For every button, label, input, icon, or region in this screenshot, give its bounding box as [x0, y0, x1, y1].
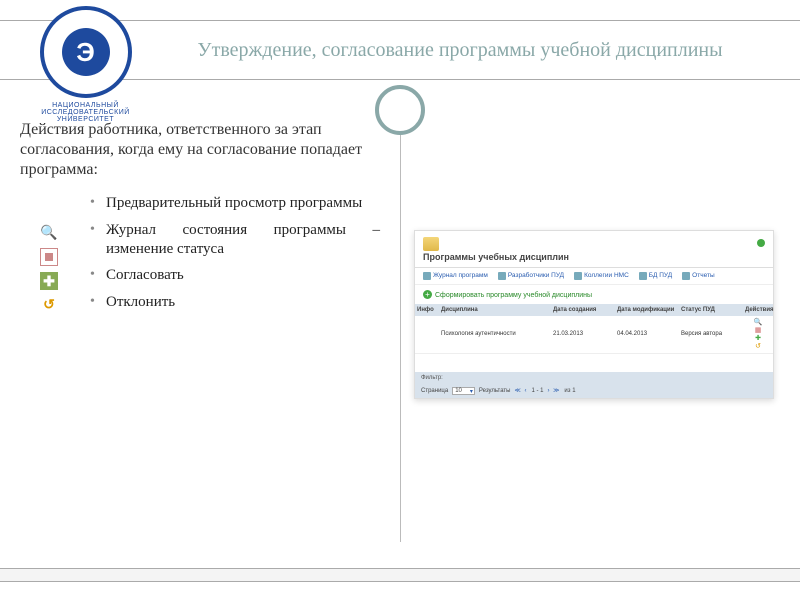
action-search-icon[interactable]: 🔍 [754, 319, 763, 326]
table-header: Инфо Дисциплина Дата создания Дата модиф… [415, 304, 773, 316]
pager-next-icon[interactable]: › ≫ [547, 387, 560, 394]
vertical-divider [400, 112, 401, 542]
university-logo: Э НАЦИОНАЛЬНЫЙ ИССЛЕДОВАТЕЛЬСКИЙ УНИВЕРС… [18, 6, 153, 123]
table-row[interactable]: Психология аутентичности 21.03.2013 04.0… [415, 316, 773, 354]
left-column: Действия работника, ответственного за эт… [20, 120, 380, 320]
app-screenshot: Программы учебных дисциплин Журнал прогр… [414, 230, 774, 399]
tab-db[interactable]: БД ПУД [639, 272, 672, 280]
row-status: Версия автора [679, 328, 743, 340]
ornament-circle [375, 85, 425, 135]
col-created: Дата создания [551, 304, 615, 316]
results-of: из 1 [564, 388, 575, 394]
tab-journal[interactable]: Журнал программ [423, 272, 488, 280]
results-label: Результаты [479, 388, 511, 394]
screenshot-header: Программы учебных дисциплин [415, 231, 773, 267]
results-range: 1 - 1 [531, 388, 543, 394]
filter-label: Фильтр: [421, 375, 443, 381]
col-actions: Действия [743, 304, 773, 316]
bullet-item: Журнал состояния программы – изменение с… [90, 221, 380, 259]
tab-developers[interactable]: Разработчики ПУД [498, 272, 564, 280]
col-info: Инфо [415, 304, 439, 316]
row-modified: 04.04.2013 [615, 328, 679, 340]
bullet-list: Предварительный просмотр программы Журна… [90, 194, 380, 312]
tab-icon [639, 272, 647, 280]
col-modified: Дата модификации [615, 304, 679, 316]
status-dot-icon [757, 239, 765, 247]
tab-icon [423, 272, 431, 280]
pager-prev-icon[interactable]: ≪ ‹ [515, 387, 528, 394]
col-status: Статус ПУД [679, 304, 743, 316]
page-select[interactable]: 10 [452, 387, 475, 395]
pager-bar: Страница 10 Результаты ≪ ‹ 1 - 1 › ≫ из … [415, 384, 773, 398]
tab-collegium[interactable]: Коллегии НМС [574, 272, 629, 280]
plus-circle-icon: + [423, 290, 432, 299]
refresh-arrow-icon: ↺ [40, 296, 58, 314]
screenshot-title: Программы учебных дисциплин [423, 253, 765, 263]
tab-reports[interactable]: Отчеты [682, 272, 714, 280]
row-discipline: Психология аутентичности [439, 328, 551, 340]
logo-monogram: Э [62, 28, 110, 76]
filter-bar: Фильтр: [415, 372, 773, 384]
bullet-item: Предварительный просмотр программы [90, 194, 380, 213]
action-plus-icon[interactable]: ✚ [755, 335, 761, 342]
plus-icon: ✚ [40, 272, 58, 290]
folder-icon [423, 237, 439, 251]
row-actions: 🔍 ▦ ✚ ↺ [743, 316, 773, 353]
tab-icon [574, 272, 582, 280]
icon-strip: 🔍 ✚ ↺ [40, 224, 70, 320]
row-info-icon [415, 331, 439, 337]
tab-bar: Журнал программ Разработчики ПУД Коллеги… [415, 267, 773, 284]
intro-text: Действия работника, ответственного за эт… [20, 120, 380, 180]
page-label: Страница [421, 388, 448, 394]
slide-title: Утверждение, согласование программы учеб… [197, 38, 722, 62]
calendar-icon [40, 248, 58, 266]
action-cal-icon[interactable]: ▦ [755, 327, 762, 334]
bullet-item: Отклонить [90, 293, 380, 312]
right-column: Программы учебных дисциплин Журнал прогр… [414, 230, 774, 399]
row-created: 21.03.2013 [551, 328, 615, 340]
search-icon: 🔍 [40, 224, 58, 242]
footer-band [0, 568, 800, 582]
create-program-link[interactable]: +Сформировать программу учебной дисципли… [415, 284, 773, 304]
action-arrow-icon[interactable]: ↺ [755, 343, 761, 350]
slide: Э НАЦИОНАЛЬНЫЙ ИССЛЕДОВАТЕЛЬСКИЙ УНИВЕРС… [0, 0, 800, 600]
logo-circle: Э [40, 6, 132, 98]
tab-icon [682, 272, 690, 280]
logo-caption: НАЦИОНАЛЬНЫЙ ИССЛЕДОВАТЕЛЬСКИЙ УНИВЕРСИТ… [18, 102, 153, 123]
tab-icon [498, 272, 506, 280]
col-discipline: Дисциплина [439, 304, 551, 316]
bullet-item: Согласовать [90, 266, 380, 285]
